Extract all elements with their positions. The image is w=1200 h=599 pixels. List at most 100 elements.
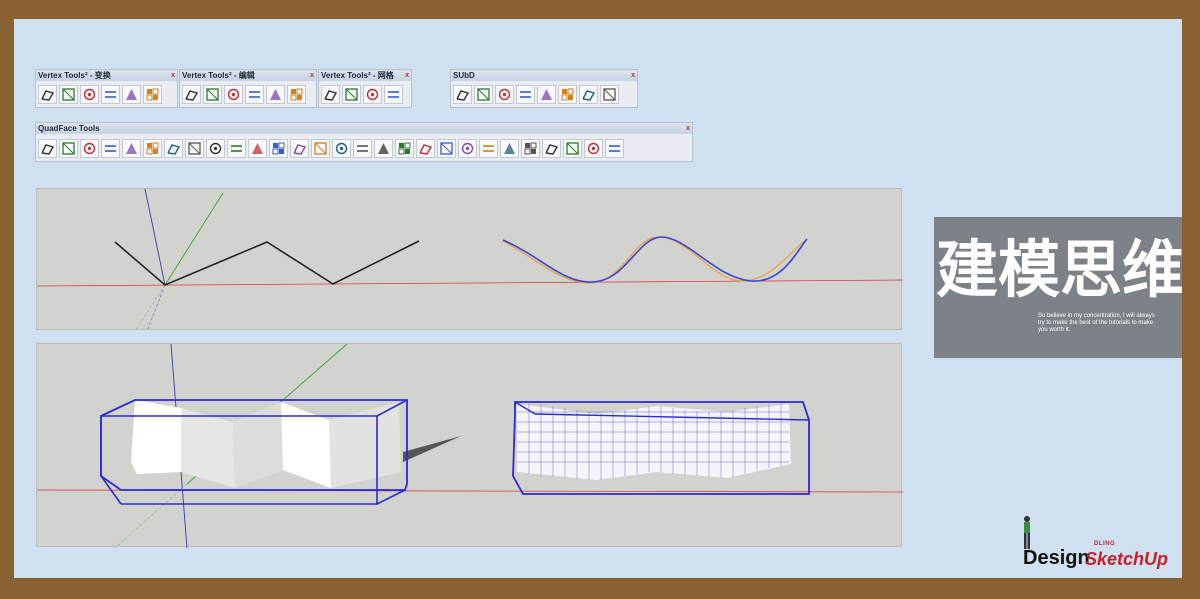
make-planar-button[interactable] — [563, 138, 582, 158]
region-button[interactable] — [164, 138, 183, 158]
pointer-button[interactable] — [59, 85, 78, 104]
title-card: 建模思维1 So believe in my concentration, I … — [934, 217, 1182, 358]
pointer-icon — [62, 88, 75, 101]
loop-add-icon — [146, 142, 159, 154]
title-heading: 建模思维1 — [936, 233, 1182, 306]
convert-button[interactable] — [437, 138, 456, 158]
subd-red-icon — [498, 88, 511, 101]
split-edge-button[interactable] — [266, 85, 285, 104]
quad-grid-button[interactable] — [269, 138, 288, 158]
viewport-boxes[interactable] — [36, 343, 903, 548]
region-add-icon — [188, 141, 201, 155]
close-icon[interactable]: x — [631, 70, 635, 81]
bridge-button[interactable] — [600, 85, 619, 104]
triangulate-button[interactable] — [227, 138, 246, 158]
vertex-select-button[interactable] — [38, 85, 57, 104]
scale-button[interactable] — [122, 85, 141, 104]
quad-mesh-icon — [366, 88, 379, 101]
region-remove-button[interactable] — [206, 138, 225, 158]
logo-dling: DLING — [1094, 541, 1116, 547]
wall-face-5 — [329, 402, 401, 488]
wireframe-button[interactable] — [605, 138, 624, 158]
unwrap-button[interactable] — [374, 138, 393, 158]
loop-button[interactable] — [122, 138, 141, 158]
uv-grid-button[interactable] — [353, 138, 372, 158]
quad-mesh-button[interactable] — [363, 85, 382, 104]
subd-cube-button[interactable] — [453, 85, 472, 104]
title-subtitle: So believe in my concentration, I will a… — [1038, 313, 1155, 333]
offset-button[interactable] — [416, 138, 435, 158]
toolbar-title: Vertex Tools² - 变换 x — [36, 70, 177, 81]
line-icon — [324, 90, 338, 101]
smooth-quad-button[interactable] — [248, 138, 267, 158]
help-button[interactable] — [143, 85, 162, 104]
wall-face-1 — [131, 400, 181, 474]
weld-button[interactable] — [203, 85, 222, 104]
weld-icon — [206, 88, 219, 101]
curves-scene — [37, 189, 903, 331]
close-icon[interactable]: x — [310, 70, 314, 81]
sphere-button[interactable] — [558, 85, 577, 104]
mesh-a-icon — [483, 144, 494, 152]
grid-mesh-button[interactable] — [384, 85, 403, 104]
triangulate-icon — [231, 144, 242, 152]
rotate-button[interactable] — [101, 85, 120, 104]
mesh-b-button[interactable] — [500, 138, 519, 158]
region-icon — [167, 143, 181, 155]
flip-button[interactable] — [458, 138, 477, 158]
make-planar-icon — [566, 141, 579, 155]
merge-vertices-button[interactable] — [182, 85, 201, 104]
checker-button[interactable] — [395, 138, 414, 158]
subd-red-button[interactable] — [495, 85, 514, 104]
grow-button[interactable] — [59, 138, 78, 158]
viewport-curves[interactable] — [36, 188, 903, 331]
line-button[interactable] — [321, 85, 340, 104]
subdivide-face-icon — [290, 88, 303, 101]
connect-button[interactable] — [245, 85, 264, 104]
cross-mesh-icon — [345, 88, 358, 101]
uv-map-button[interactable] — [332, 138, 351, 158]
toolbar-vertex-transform: Vertex Tools² - 变换 x — [35, 69, 178, 108]
pencil-button[interactable] — [584, 138, 603, 158]
move-button[interactable] — [80, 85, 99, 104]
refine-button[interactable] — [537, 85, 556, 104]
collapse-button[interactable] — [224, 85, 243, 104]
merge-vertices-icon — [185, 90, 199, 101]
close-icon[interactable]: x — [171, 70, 175, 81]
unwrap-icon — [378, 142, 389, 154]
crease-button[interactable] — [516, 85, 535, 104]
shrink-button[interactable] — [80, 138, 99, 158]
slide-canvas: Vertex Tools² - 变换 x Vertex Tools² - 编辑 x … — [14, 19, 1182, 578]
wall-face-2 — [181, 408, 235, 488]
split-edge-icon — [270, 89, 281, 100]
remove-x-icon — [545, 143, 559, 155]
subdivide-face-button[interactable] — [287, 85, 306, 104]
smooth-quad-icon — [252, 142, 263, 154]
remove-x-button[interactable] — [542, 138, 561, 158]
region-add-button[interactable] — [185, 138, 204, 158]
grid-mesh-icon — [388, 91, 399, 98]
quad-grid-icon — [272, 142, 285, 154]
subd-green-button[interactable] — [474, 85, 493, 104]
close-icon[interactable]: x — [686, 123, 690, 134]
close-icon[interactable]: x — [405, 70, 409, 81]
loop-add-button[interactable] — [143, 138, 162, 158]
knife-button[interactable] — [579, 85, 598, 104]
scale-icon — [126, 89, 137, 100]
shrink-icon — [83, 142, 96, 154]
connect-button[interactable] — [290, 138, 309, 158]
refine-icon — [541, 89, 552, 100]
ring-button[interactable] — [101, 138, 120, 158]
select-button[interactable] — [38, 138, 57, 158]
wall-face-4 — [281, 402, 331, 488]
convert-icon — [440, 141, 453, 155]
mesh-b-icon — [504, 142, 515, 154]
remove-edge-button[interactable] — [521, 138, 540, 158]
mesh-a-button[interactable] — [479, 138, 498, 158]
cross-mesh-button[interactable] — [342, 85, 361, 104]
build-ends-button[interactable] — [311, 138, 330, 158]
build-ends-icon — [314, 141, 327, 155]
shadow — [403, 436, 461, 462]
logo-design-text: Design — [1023, 547, 1090, 569]
checker-icon — [398, 142, 411, 154]
